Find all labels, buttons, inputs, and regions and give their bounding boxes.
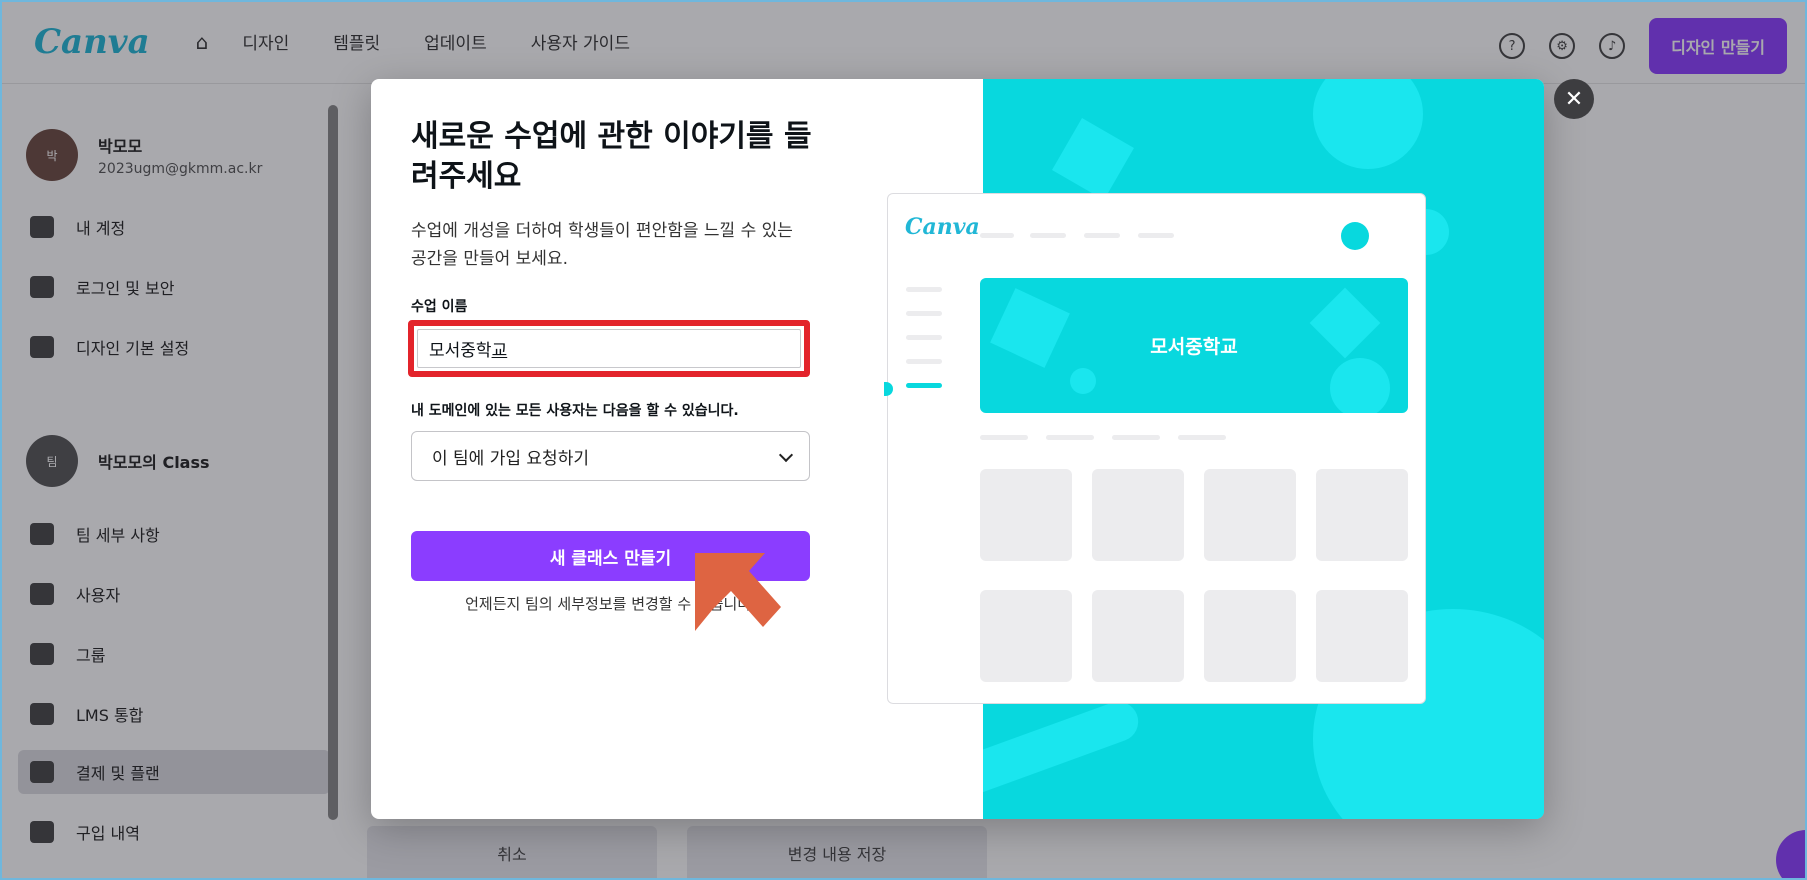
decor-circle [1313,79,1423,169]
preview-tab-line [980,435,1028,440]
class-name-input[interactable]: 모서중학 교 [417,329,801,368]
decor-circle [1070,368,1096,394]
preview-side-line [906,311,942,316]
arrow-cursor-icon [695,553,781,631]
modal-description: 수업에 개성을 더하여 학생들이 편안함을 느낄 수 있는 공간을 만들어 보세… [411,221,793,269]
preview-nav-line [1084,233,1120,238]
preview-card [1092,469,1184,561]
preview-avatar [1341,222,1369,250]
preview-side-line [906,359,942,364]
preview-card [1204,590,1296,682]
create-class-modal: 새로운 수업에 관한 이야기를 들려주세요 수업에 개성을 더하여 학생들이 편… [371,79,1544,819]
input-composing-char: 교 [491,341,508,361]
preview-nav-line [980,233,1014,238]
preview-card [1316,590,1408,682]
highlight-box: 모서중학 교 [408,320,810,377]
preview-nav-line [1138,233,1174,238]
chevron-down-icon [778,447,794,463]
preview-tab-line [1112,435,1160,440]
preview-card [1204,469,1296,561]
preview-card [980,590,1072,682]
decor-shape [1052,118,1134,200]
preview-banner-title: 모서중학교 [1150,336,1238,358]
permission-select[interactable]: 이 팀에 가입 요청하기 [411,431,810,481]
modal-title: 새로운 수업에 관한 이야기를 들려주세요 [411,119,812,194]
class-name-label: 수업 이름 [411,299,468,315]
preview-nav-line [1030,233,1066,238]
preview-tab-line [1046,435,1094,440]
preview-logo: Canva [905,214,980,240]
decor-shape [1309,287,1381,359]
class-preview-card: Canva 모서중학교 [884,193,1426,704]
decor-circle [1330,358,1390,413]
preview-card [980,469,1072,561]
decor-shape [990,288,1070,368]
decor-shape [983,696,1144,802]
input-value: 모서중학 [429,341,492,361]
preview-side-line-active [906,383,942,388]
preview-active-marker [884,382,893,396]
close-icon[interactable]: ✕ [1554,79,1594,119]
preview-tab-line [1178,435,1226,440]
preview-card [1092,590,1184,682]
preview-banner: 모서중학교 [980,278,1408,413]
preview-card [1316,469,1408,561]
preview-side-line [906,335,942,340]
permission-label: 내 도메인에 있는 모든 사용자는 다음을 할 수 있습니다. [411,403,739,419]
preview-side-line [906,287,942,292]
permission-select-value: 이 팀에 가입 요청하기 [432,448,589,469]
